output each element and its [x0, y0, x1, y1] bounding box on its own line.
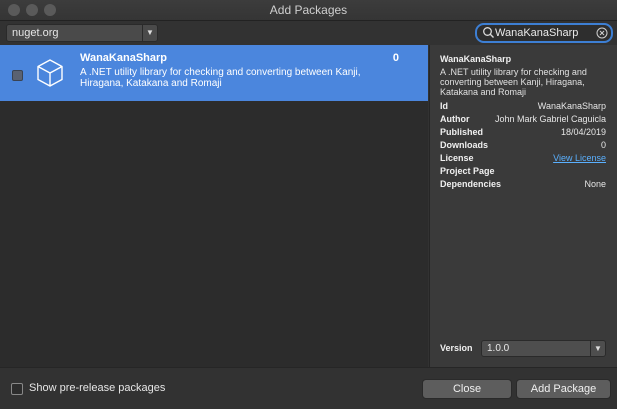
detail-value: 18/04/2019 — [560, 127, 606, 137]
add-package-button[interactable]: Add Package — [516, 379, 611, 399]
title-bar: Add Packages — [0, 0, 617, 21]
detail-value: John Mark Gabriel Caguicla — [494, 114, 606, 124]
package-row[interactable]: WanaKanaSharp 0 A .NET utility library f… — [0, 45, 428, 101]
detail-label: Id — [440, 101, 448, 111]
package-checkbox[interactable] — [12, 70, 23, 81]
add-packages-window: Add Packages nuget.org ▼ WanaKanaSharp 0… — [0, 0, 617, 409]
detail-value: WanaKanaSharp — [537, 101, 606, 111]
detail-label: Downloads — [440, 140, 489, 150]
close-button[interactable]: Close — [422, 379, 512, 399]
package-source-dropdown[interactable]: nuget.org ▼ — [6, 24, 158, 42]
search-input[interactable] — [495, 25, 595, 41]
version-dropdown[interactable]: 1.0.0 ▼ — [481, 340, 606, 357]
detail-label: Dependencies — [440, 179, 502, 189]
chevron-down-icon: ▼ — [590, 341, 605, 356]
prerelease-checkbox[interactable] — [11, 383, 23, 395]
footer: Show pre-release packages Close Add Pack… — [0, 367, 617, 409]
version-label: Version — [440, 343, 473, 353]
detail-label: Author — [440, 114, 470, 124]
detail-label: License — [440, 153, 474, 163]
package-details-panel: WanaKanaSharp A .NET utility library for… — [429, 45, 617, 367]
detail-author: Author John Mark Gabriel Caguicla — [440, 114, 606, 126]
package-icon — [37, 59, 63, 87]
detail-license: License View License — [440, 153, 606, 165]
version-value: 1.0.0 — [487, 343, 510, 354]
detail-downloads: Downloads 0 — [440, 140, 606, 152]
package-list: WanaKanaSharp 0 A .NET utility library f… — [0, 45, 428, 367]
detail-published: Published 18/04/2019 — [440, 127, 606, 139]
window-title: Add Packages — [269, 3, 348, 17]
view-license-link[interactable]: View License — [553, 153, 606, 163]
package-description: A .NET utility library for checking and … — [80, 67, 361, 89]
search-icon — [483, 27, 494, 38]
prerelease-label[interactable]: Show pre-release packages — [29, 382, 165, 394]
details-description: A .NET utility library for checking and … — [440, 67, 587, 97]
detail-label: Published — [440, 127, 484, 137]
detail-label: Project Page — [440, 166, 495, 176]
package-download-count: 0 — [392, 52, 399, 64]
detail-project-page: Project Page — [440, 166, 606, 178]
details-title: WanaKanaSharp — [440, 54, 512, 64]
search-box[interactable] — [475, 23, 613, 43]
chevron-down-icon: ▼ — [142, 25, 157, 41]
clear-search-icon[interactable] — [596, 27, 608, 39]
package-name: WanaKanaSharp — [80, 52, 168, 64]
detail-id: Id WanaKanaSharp — [440, 101, 606, 113]
detail-dependencies: Dependencies None — [440, 179, 606, 191]
detail-value: 0 — [600, 140, 606, 150]
detail-value: None — [584, 179, 606, 189]
package-source-value: nuget.org — [12, 27, 59, 39]
